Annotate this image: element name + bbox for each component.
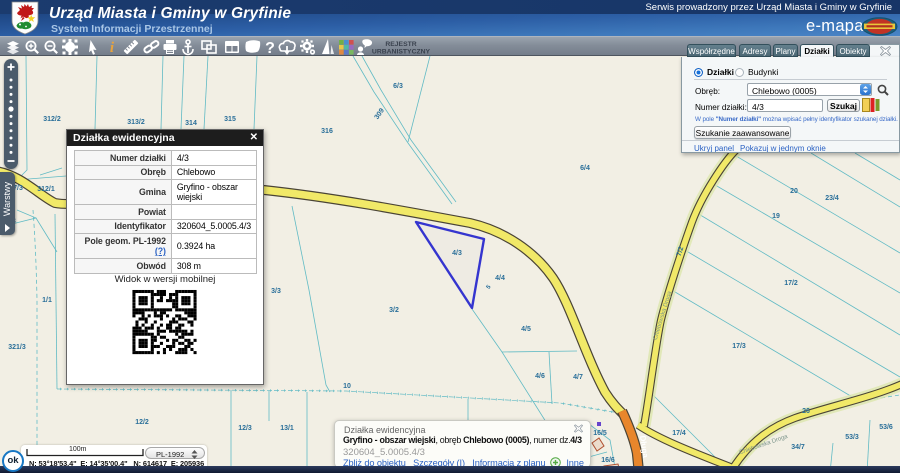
svg-text:3/3: 3/3: [271, 288, 281, 295]
svg-text:4/3: 4/3: [452, 250, 462, 257]
svg-text:12/3: 12/3: [238, 425, 252, 432]
svg-text:314: 314: [185, 120, 197, 127]
svg-text:20: 20: [790, 188, 798, 195]
svg-text:34/7: 34/7: [791, 444, 805, 451]
svg-text:17/4: 17/4: [672, 430, 686, 437]
svg-text:26: 26: [802, 408, 810, 415]
svg-text:312/2: 312/2: [43, 116, 61, 123]
svg-text:316: 316: [321, 128, 333, 135]
svg-text:?: ?: [265, 40, 275, 57]
svg-text:12/2: 12/2: [135, 419, 149, 426]
svg-text:10: 10: [343, 383, 351, 390]
svg-text:6/3: 6/3: [393, 83, 403, 90]
svg-text:315: 315: [224, 116, 236, 123]
svg-text:REJESTR: REJESTR: [385, 41, 416, 48]
svg-text:321/3: 321/3: [8, 344, 26, 351]
svg-text:19: 19: [772, 213, 780, 220]
svg-text:16/6: 16/6: [601, 457, 615, 464]
svg-text:312/1: 312/1: [37, 186, 55, 193]
svg-text:16/5: 16/5: [593, 430, 607, 437]
svg-text:4/7: 4/7: [573, 374, 583, 381]
svg-text:17/2: 17/2: [784, 280, 798, 287]
svg-text:4/4: 4/4: [495, 275, 505, 282]
svg-text:URBANISTYCZNY: URBANISTYCZNY: [372, 49, 431, 56]
svg-text:4/5: 4/5: [521, 326, 531, 333]
svg-text:23/4: 23/4: [825, 195, 839, 202]
svg-text:53/3: 53/3: [845, 434, 859, 441]
svg-text:13/1: 13/1: [280, 425, 294, 432]
svg-text:313/2: 313/2: [127, 119, 145, 126]
svg-text:17/3: 17/3: [732, 343, 746, 350]
svg-text:i: i: [110, 40, 115, 56]
svg-text:3/2: 3/2: [389, 307, 399, 314]
svg-text:4/6: 4/6: [535, 373, 545, 380]
svg-text:6/4: 6/4: [580, 165, 590, 172]
svg-text:53/6: 53/6: [879, 424, 893, 431]
svg-text:1/1: 1/1: [42, 297, 52, 304]
